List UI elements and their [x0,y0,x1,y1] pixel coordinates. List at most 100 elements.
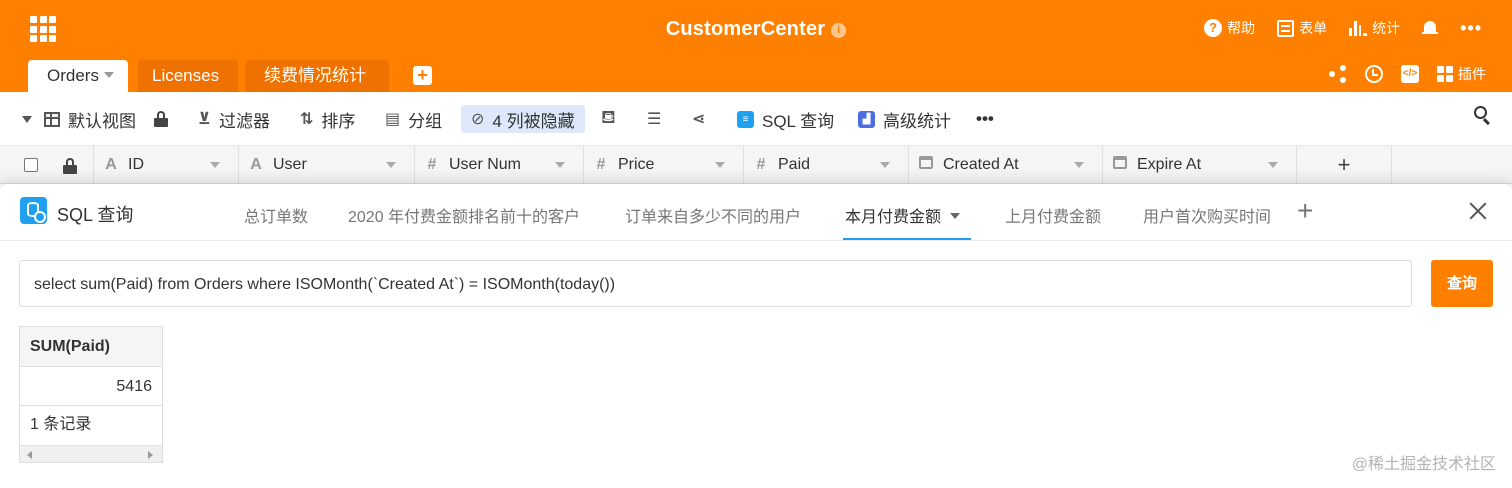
caret-down-icon [22,115,32,123]
number-field-icon: # [427,156,437,173]
question-icon: ? [1204,19,1223,37]
search-icon[interactable] [1474,106,1492,124]
chevron-down-icon[interactable] [1268,162,1278,168]
chevron-down-icon[interactable] [1074,162,1084,168]
result-column-header: SUM(Paid) [20,327,162,367]
sql-panel-header: SQL 查询 总订单数 2020 年付费金额排名前十的客户 订单来自多少不同的用… [0,184,1512,241]
result-cell: 5416 [20,367,162,406]
chevron-down-icon[interactable] [715,162,725,168]
row-height-icon: ☰ [647,111,662,128]
more-button[interactable]: ••• [1460,18,1482,38]
share-icon[interactable] [1329,65,1347,83]
view-selector[interactable]: 默认视图 [22,105,136,133]
chevron-down-icon[interactable] [103,72,114,78]
tab-actions: </> 插件 [1329,64,1486,84]
add-tab-button[interactable]: + [413,66,432,85]
notifications-button[interactable] [1422,20,1439,37]
query-tab-active[interactable]: 本月付费金额 [845,203,961,227]
tab-label: Orders [47,66,99,85]
sql-icon: ≡ [737,110,754,128]
lock-view-button[interactable] [154,105,168,133]
filter-button[interactable]: ⊻ 过滤器 [198,105,270,133]
stats-button[interactable]: 统计 [1349,18,1400,38]
column-header-price[interactable]: # Price [584,146,744,184]
scroll-left-icon[interactable] [27,451,32,459]
query-tab[interactable]: 用户首次购买时间 [1143,203,1271,227]
column-name: ID [128,156,144,173]
row-color-button[interactable]: ⛾ [601,105,616,133]
group-label: 分组 [408,111,443,131]
query-result-table: SUM(Paid) 5416 1 条记录 [19,326,163,463]
chevron-down-icon[interactable] [555,162,565,168]
text-field-icon: A [105,156,117,173]
query-tab[interactable]: 总订单数 [244,203,308,227]
record-count: 1 条记录 [30,416,92,433]
tab-label: 续费情况统计 [264,66,366,85]
caret-down-icon[interactable] [950,213,961,219]
group-icon: ▤ [385,111,401,128]
row-height-button[interactable]: ☰ [647,105,661,133]
number-field-icon: # [596,156,606,173]
plugins-button[interactable]: 插件 [1437,64,1486,84]
tab-label: Licenses [152,66,220,85]
select-all-checkbox[interactable] [24,158,38,172]
help-button[interactable]: ? 帮助 [1204,18,1255,38]
group-button[interactable]: ▤ 分组 [385,105,442,133]
chevron-down-icon[interactable] [386,162,396,168]
tab-renewal-stats[interactable]: 续费情况统计 [245,60,389,92]
add-query-button[interactable]: + [1297,196,1313,226]
sort-label: 排序 [321,111,356,131]
plugin-icon [1437,66,1453,82]
apps-grid-icon[interactable] [30,16,56,42]
hidden-columns-label: 4 列被隐藏 [492,111,575,131]
sort-button[interactable]: ⇅ 排序 [300,105,355,133]
close-icon[interactable] [1465,198,1491,224]
column-name: User [273,156,307,173]
stats-label: 统计 [1372,20,1401,36]
hidden-columns-button[interactable]: ⊘ 4 列被隐藏 [461,105,585,133]
column-header-created-at[interactable]: Created At [909,146,1103,184]
more-icon: ••• [976,109,994,128]
horizontal-scrollbar[interactable] [20,445,162,462]
add-column-button[interactable]: + [1297,146,1392,184]
lock-icon[interactable] [63,158,77,174]
header-actions: ? 帮助 表单 统计 ••• [1204,18,1482,38]
run-query-button[interactable]: 查询 [1431,260,1493,307]
column-name: Created At [943,156,1019,173]
sort-icon: ⇅ [300,111,314,128]
chevron-down-icon[interactable] [210,162,220,168]
code-icon[interactable]: </> [1401,65,1419,83]
history-icon[interactable] [1365,65,1383,83]
calendar-icon [1113,156,1127,174]
bell-icon [1422,20,1439,37]
row-controls [0,146,94,184]
more-icon: ••• [1460,18,1482,38]
sql-database-icon [20,197,47,224]
column-name: Paid [778,156,811,173]
tab-orders[interactable]: Orders [28,60,128,92]
query-tab[interactable]: 2020 年付费金额排名前十的客户 [348,203,580,227]
sql-query-input[interactable]: select sum(Paid) from Orders where ISOMo… [19,260,1412,307]
column-header-user-num[interactable]: # User Num [415,146,584,184]
advanced-stats-button[interactable]: ▟ 高级统计 [858,105,951,133]
form-button[interactable]: 表单 [1277,18,1327,38]
column-header-expire-at[interactable]: Expire At [1103,146,1297,184]
info-icon[interactable]: i [831,23,847,38]
sql-query-button[interactable]: ≡ SQL 查询 [737,105,834,133]
app-header: CustomerCenter i ? 帮助 表单 统计 ••• Orders Li… [0,0,1512,92]
tab-licenses[interactable]: Licenses [138,60,238,92]
query-tab[interactable]: 上月付费金额 [1005,203,1101,227]
query-tab[interactable]: 订单来自多少不同的用户 [625,203,801,227]
column-name: Expire At [1137,156,1202,173]
watermark: @稀土掘金技术社区 [1351,456,1496,473]
column-header-paid[interactable]: # Paid [744,146,909,184]
eye-off-icon: ⊘ [471,111,485,128]
toolbar-more-button[interactable]: ••• [976,105,994,133]
scroll-right-icon[interactable] [148,451,153,459]
chevron-down-icon[interactable] [880,162,890,168]
column-header-id[interactable]: A ID [94,146,239,184]
active-tab-indicator [843,238,971,240]
column-header-user[interactable]: A User [239,146,415,184]
query-tab-label: 本月付费金额 [845,209,942,226]
share-view-button[interactable]: ⋖ [692,105,705,133]
